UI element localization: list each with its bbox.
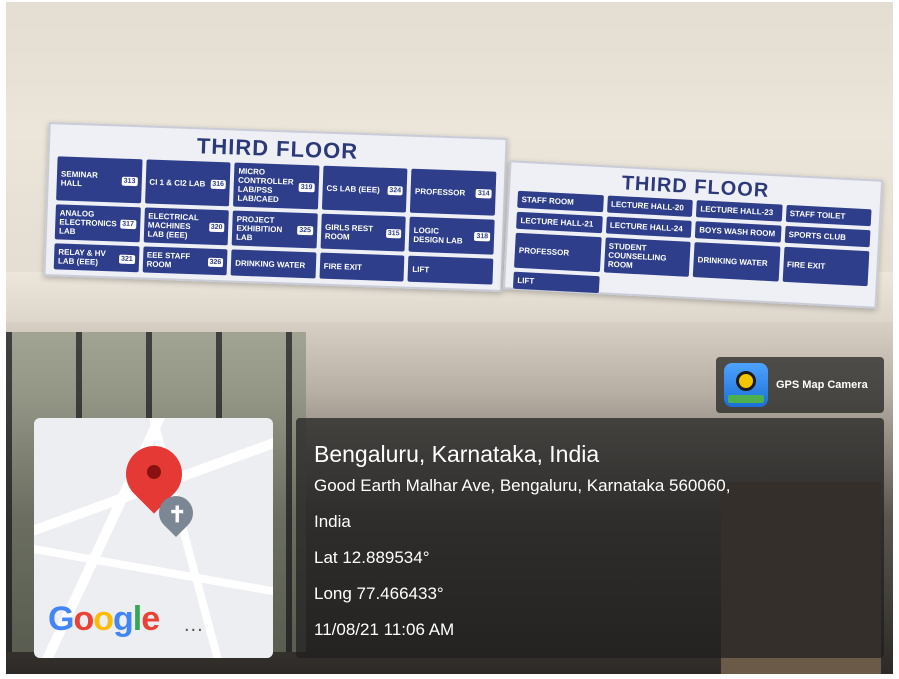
google-logo: Google — [48, 600, 160, 638]
room-label: GIRLS REST ROOM — [324, 222, 374, 242]
sign-room-entry: STAFF TOILET — [785, 204, 872, 227]
room-label: STUDENT COUNSELLING ROOM — [607, 241, 667, 270]
more-icon: ... — [184, 614, 204, 636]
room-number: 317 — [120, 219, 137, 230]
room-label: CI 1 & CI2 LAB — [149, 177, 206, 189]
room-label: PROFESSOR — [518, 245, 570, 258]
sign-facility-entry: FIRE EXIT — [319, 252, 405, 282]
room-label: RELAY & HV LAB (EEE) — [57, 247, 107, 267]
sign-room-entry: LIFT — [512, 271, 600, 294]
sign-room-entry: PROJECT EXHIBITION LAB 325 — [231, 210, 318, 249]
sign-room-entry: RELAY & HV LAB (EEE) 321 — [53, 243, 140, 273]
timestamp: 11/08/21 11:06 AM — [314, 620, 455, 639]
location-info: Bengaluru, Karnataka, India Good Earth M… — [314, 440, 874, 648]
sign-room-entry: LOGIC DESIGN LAB 318 — [408, 216, 495, 255]
sign-room-entry: ANALOG ELECTRONICS LAB 317 — [54, 204, 141, 243]
sign-room-entry: DRINKING WATER — [692, 242, 780, 282]
sign-room-entry: SPORTS CLUB — [784, 225, 871, 248]
latitude: Lat 12.889534° — [314, 548, 430, 567]
room-number: 313 — [121, 176, 138, 186]
sign-room-entry: PROFESSOR — [514, 232, 602, 273]
sign-room-entry: LECTURE HALL-23 — [695, 200, 783, 222]
sign-room-entry: CI 1 & CI2 LAB 316 — [144, 159, 231, 207]
sign-room-entry: CS LAB (EEE) 324 — [321, 165, 408, 213]
facility-label: LIFT — [412, 264, 430, 274]
sign-directory: SEMINAR HALL 313 CI 1 & CI2 LAB 316 MICRO CO… — [53, 156, 497, 285]
room-label: LOGIC DESIGN LAB — [413, 225, 463, 246]
room-number: 314 — [475, 188, 492, 199]
sign-room-entry: STUDENT COUNSELLING ROOM — [603, 237, 691, 277]
location-pin-dot — [147, 465, 161, 479]
sign-room-entry: PROFESSOR 314 — [410, 168, 497, 216]
location-title: Bengaluru, Karnataka, India — [314, 441, 600, 467]
room-number: 319 — [298, 182, 315, 192]
map-ground-icon — [728, 395, 764, 403]
room-label: LECTURE HALL-23 — [700, 204, 774, 218]
cross-icon: ✝ — [168, 502, 187, 527]
sign-room-entry: SEMINAR HALL 313 — [56, 156, 143, 204]
room-label: BOYS WASH ROOM — [699, 225, 776, 239]
room-label: FIRE EXIT — [786, 259, 826, 271]
map-road — [34, 543, 273, 601]
room-number: 320 — [208, 222, 225, 233]
badge-label: GPS Map Camera — [776, 379, 868, 391]
gps-camera-badge: GPS Map Camera — [716, 357, 884, 413]
room-label: PROFESSOR — [414, 186, 466, 198]
room-label: LIFT — [517, 275, 535, 286]
room-label: SEMINAR HALL — [60, 169, 99, 189]
room-label: EEE STAFF ROOM — [146, 250, 191, 270]
longitude: Long 77.466433° — [314, 584, 444, 603]
sign-directory: STAFF ROOM LECTURE HALL-20 LECTURE HALL-23… — [512, 190, 872, 300]
room-label: CS LAB (EEE) — [326, 183, 380, 195]
camera-lens-icon — [736, 371, 756, 391]
address-line-2: India — [314, 512, 351, 531]
room-number: 318 — [474, 231, 491, 242]
room-label: LECTURE HALL-20 — [610, 199, 685, 213]
map-thumbnail: ✝ Google ... — [34, 418, 273, 658]
room-label: LECTURE HALL-21 — [520, 215, 594, 229]
sign-room-entry: LECTURE HALL-21 — [516, 211, 603, 234]
room-number: 321 — [118, 254, 135, 264]
room-label: PROJECT EXHIBITION LAB — [235, 214, 283, 243]
sign-room-entry: EEE STAFF ROOM 326 — [142, 246, 228, 276]
facility-label: DRINKING WATER — [235, 258, 306, 270]
sign-room-entry: MICRO CONTROLLER LAB/PSS LAB/CAED 319 — [233, 162, 320, 210]
third-floor-sign-right: THIRD FLOOR STAFF ROOM LECTURE HALL-20 LEC… — [502, 160, 884, 309]
room-label: ELECTRICAL MACHINES LAB (EEE) — [147, 211, 199, 240]
facility-label: FIRE EXIT — [323, 261, 363, 272]
third-floor-sign-left: THIRD FLOOR SEMINAR HALL 313 CI 1 & CI2 LA… — [43, 122, 508, 292]
room-label: ANALOG ELECTRONICS LAB — [58, 208, 117, 237]
room-number: 326 — [207, 257, 224, 267]
room-label: STAFF TOILET — [789, 209, 846, 221]
room-label: DRINKING WATER — [697, 255, 768, 268]
gps-map-camera-icon — [724, 363, 768, 407]
sign-room-entry: GIRLS REST ROOM 315 — [320, 213, 407, 252]
address-line-1: Good Earth Malhar Ave, Bengaluru, Karnat… — [314, 476, 731, 495]
room-number: 325 — [297, 225, 314, 236]
room-number: 324 — [387, 185, 404, 195]
room-label: MICRO CONTROLLER LAB/PSS LAB/CAED — [237, 166, 294, 205]
room-label: LECTURE HALL-24 — [609, 220, 683, 234]
sign-room-entry: ELECTRICAL MACHINES LAB (EEE) 320 — [143, 207, 230, 246]
sign-room-entry: LECTURE HALL-24 — [605, 216, 692, 238]
sign-room-entry: FIRE EXIT — [782, 246, 870, 287]
sign-room-entry: BOYS WASH ROOM — [694, 221, 782, 243]
room-label: SPORTS CLUB — [788, 230, 847, 242]
room-number: 315 — [385, 228, 402, 239]
sign-room-entry: STAFF ROOM — [517, 190, 604, 213]
sign-facility-entry: DRINKING WATER — [230, 249, 317, 279]
room-label: STAFF ROOM — [521, 194, 575, 207]
sign-room-entry: LECTURE HALL-20 — [606, 195, 693, 217]
sign-facility-entry: LIFT — [407, 255, 494, 285]
room-number: 316 — [210, 179, 227, 189]
